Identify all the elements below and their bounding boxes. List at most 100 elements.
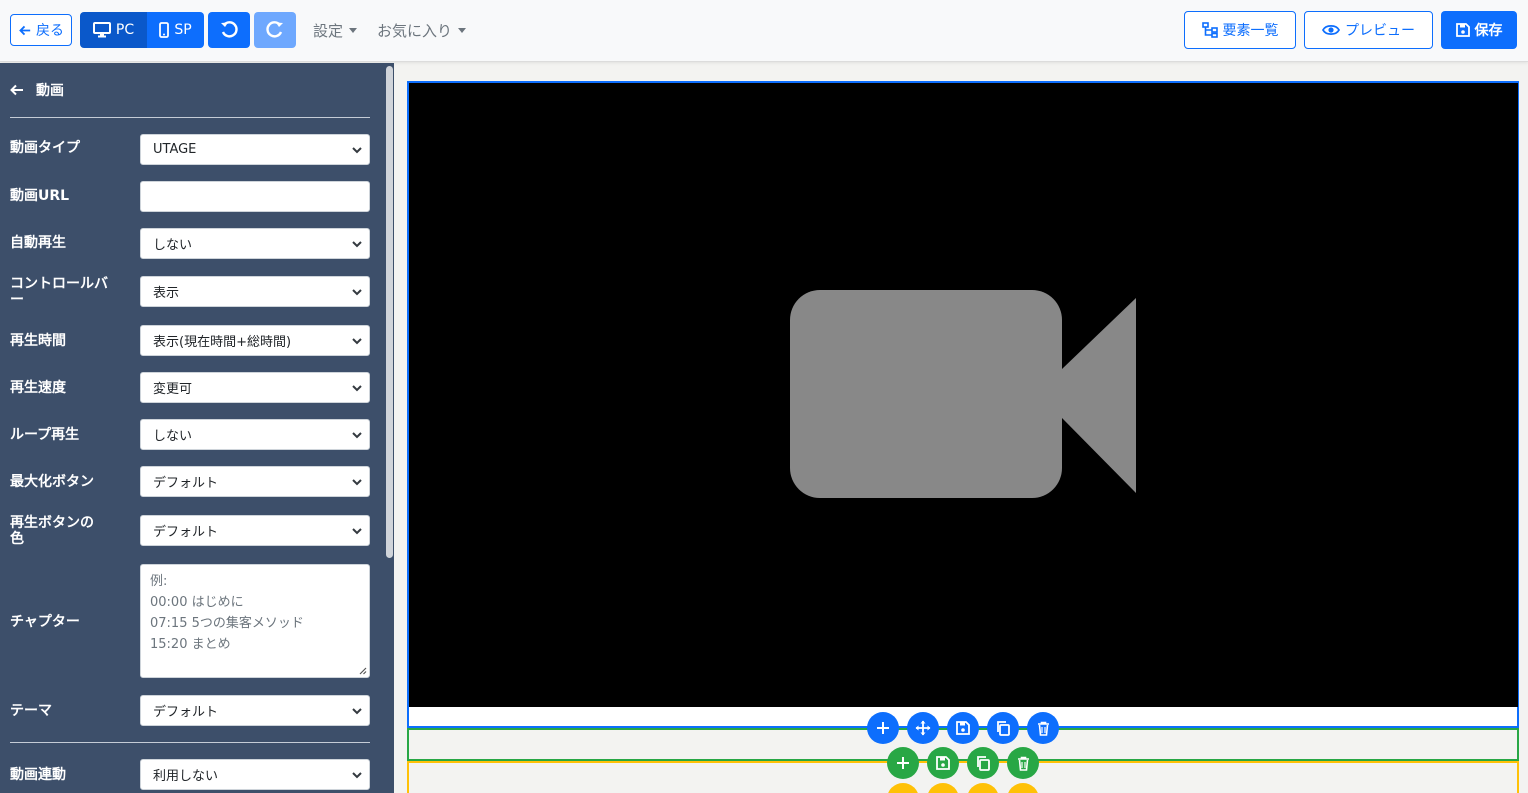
floppy-disk-icon [956,721,970,735]
device-pc-label: PC [115,22,135,38]
device-sp-label: SP [174,22,192,38]
video-sync-value: 利用しない [153,769,219,784]
caret-down-icon [349,28,358,33]
chevron-down-icon [352,241,362,248]
sidebar-scrollbar-thumb[interactable] [386,66,393,558]
resize-grip-icon[interactable] [358,666,367,675]
trash-icon [1017,756,1029,771]
copy-icon [977,755,990,771]
device-sp-button[interactable]: SP [147,12,204,48]
theme-select[interactable]: デフォルト [140,695,370,726]
loop-label: ループ再生 [10,427,80,443]
arrow-left-icon[interactable] [10,84,24,96]
arrow-left-icon [19,25,31,35]
chevron-down-icon [352,708,362,715]
play-button-color-value: デフォルト [153,525,219,540]
save-button[interactable]: 保存 [1441,11,1517,49]
eye-icon [1322,24,1340,36]
video-type-select[interactable]: UTAGE [140,134,370,165]
property-sidebar: 動画 動画タイプ UTAGE 動画URL 自動再生 しない コントロールバー 表… [0,63,394,793]
trash-icon [1037,721,1049,736]
control-bar-label: コントロールバー [10,276,108,308]
add-element-button[interactable] [867,712,899,744]
preview-label: プレビュー [1345,23,1415,39]
chapter-placeholder-line: 15:20 まとめ [150,637,231,652]
move-element-button[interactable] [907,712,939,744]
device-toggle: PC SP [80,12,204,48]
settings-menu-label: 設定 [313,22,344,40]
save-element-button[interactable] [947,712,979,744]
top-toolbar: 戻る PC SP 設定 お気に入り 要素一覧 プレビュー 保存 [0,0,1528,62]
video-url-input[interactable] [140,181,370,212]
floppy-disk-icon [1455,23,1470,37]
chapter-placeholder-line: 07:15 5つの集客メソッド [150,616,304,631]
maximize-button-label: 最大化ボタン [10,474,94,490]
divider [10,117,370,118]
hierarchy-icon [1201,22,1218,38]
video-sync-label: 動画連動 [10,767,66,783]
chevron-down-icon [352,528,362,535]
move-arrows-icon [915,720,931,736]
chevron-down-icon [352,432,362,439]
loop-select[interactable]: しない [140,419,370,450]
play-button-color-select[interactable]: デフォルト [140,515,370,546]
video-player[interactable] [409,83,1518,707]
video-url-label: 動画URL [10,188,70,204]
delete-element-button[interactable] [1027,712,1059,744]
chevron-down-icon [352,479,362,486]
caret-down-icon [458,28,467,33]
undo-icon [221,21,238,38]
chevron-down-icon [352,338,362,345]
monitor-icon [92,22,111,38]
copy-section-button[interactable] [967,747,999,779]
add-section-button[interactable] [887,747,919,779]
copy-icon [997,720,1010,736]
video-sync-select[interactable]: 利用しない [140,759,370,790]
save-label: 保存 [1474,23,1503,39]
copy-element-button[interactable] [987,712,1019,744]
video-type-value: UTAGE [153,142,197,157]
undo-button[interactable] [208,12,250,48]
playback-time-value: 表示(現在時間+総時間) [153,335,292,350]
redo-icon [266,21,283,38]
row-outline[interactable] [407,761,1519,793]
video-type-label: 動画タイプ [10,140,80,156]
playback-time-label: 再生時間 [10,333,66,349]
preview-button[interactable]: プレビュー [1304,11,1433,49]
settings-menu[interactable]: 設定 [313,20,358,41]
maximize-button-select[interactable]: デフォルト [140,466,370,497]
elements-list-label: 要素一覧 [1222,23,1279,39]
loop-value: しない [153,429,193,444]
save-section-button[interactable] [927,747,959,779]
device-pc-button[interactable]: PC [80,12,147,48]
chapter-label: チャプター [10,614,80,630]
divider [10,742,370,743]
elements-list-button[interactable]: 要素一覧 [1184,11,1296,49]
delete-section-button[interactable] [1007,747,1039,779]
theme-value: デフォルト [153,705,219,720]
playback-speed-select[interactable]: 変更可 [140,372,370,403]
back-button[interactable]: 戻る [10,14,72,46]
plus-icon [897,757,909,769]
chapter-textarea[interactable]: 例: 00:00 はじめに 07:15 5つの集客メソッド 15:20 まとめ [140,564,370,678]
playback-time-select[interactable]: 表示(現在時間+総時間) [140,325,370,356]
chevron-down-icon [352,385,362,392]
sidebar-title: 動画 [36,83,64,99]
theme-label: テーマ [10,703,52,719]
favorites-menu-label: お気に入り [377,22,453,40]
back-button-label: 戻る [36,23,64,39]
favorites-menu[interactable]: お気に入り [377,20,467,41]
playback-speed-value: 変更可 [153,382,193,397]
autoplay-label: 自動再生 [10,235,66,251]
maximize-button-value: デフォルト [153,476,219,491]
video-camera-icon [790,290,1136,498]
autoplay-value: しない [153,238,193,253]
control-bar-select[interactable]: 表示 [140,276,370,307]
chevron-down-icon [352,147,362,154]
chevron-down-icon [352,772,362,779]
redo-button[interactable] [254,12,296,48]
play-button-color-label: 再生ボタンの色 [10,515,94,547]
autoplay-select[interactable]: しない [140,228,370,259]
control-bar-value: 表示 [153,286,180,301]
chapter-placeholder-line: 00:00 はじめに [150,595,244,610]
